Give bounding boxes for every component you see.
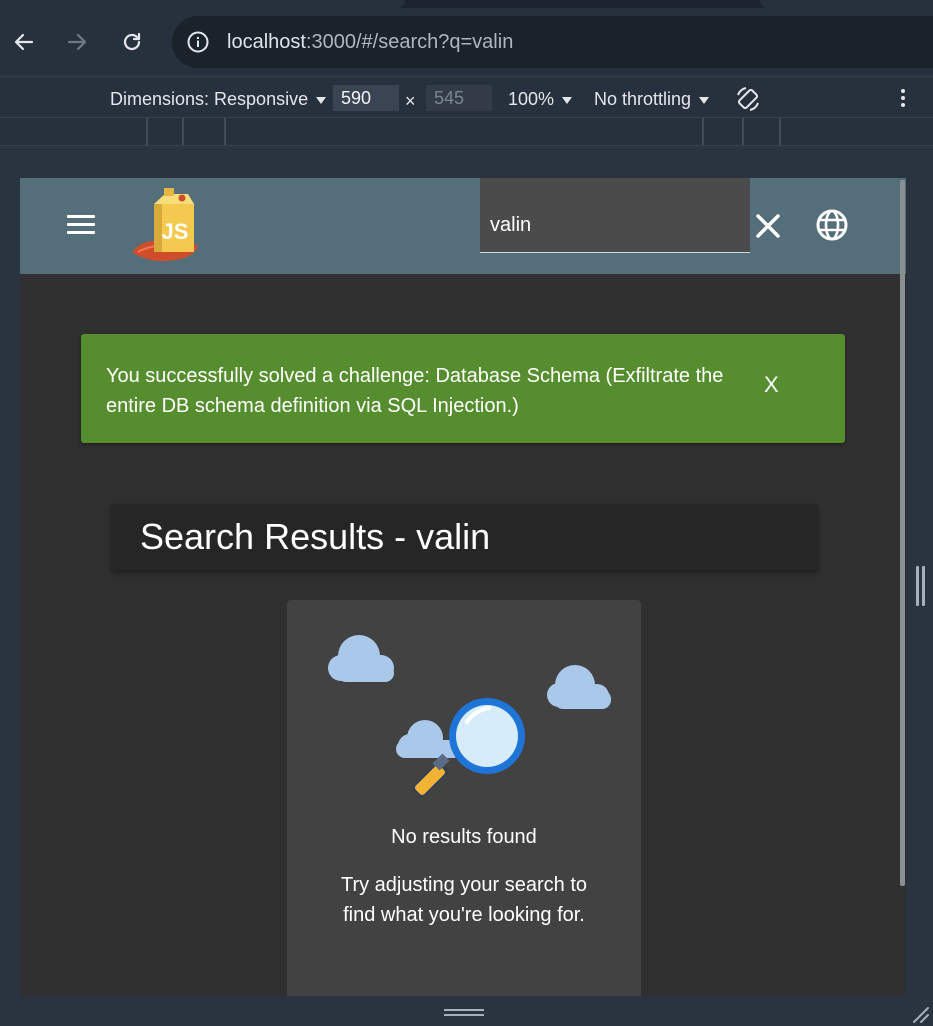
search-field[interactable] bbox=[480, 178, 750, 253]
no-results-title: No results found bbox=[391, 826, 537, 848]
browser-toolbar: localhost:3000/#/search?q=valin bbox=[0, 8, 933, 76]
page-scrollbar[interactable] bbox=[900, 180, 905, 886]
page-viewport: JS You successfully solved a challenge: … bbox=[20, 178, 906, 996]
arrow-right-icon bbox=[67, 33, 87, 51]
close-icon[interactable] bbox=[753, 211, 783, 241]
reload-button[interactable] bbox=[118, 28, 146, 56]
ruler-tick[interactable] bbox=[779, 118, 781, 145]
caret-down-icon bbox=[699, 96, 710, 104]
search-input[interactable] bbox=[490, 214, 740, 237]
cloud-icon bbox=[547, 665, 611, 709]
juice-shop-logo[interactable]: JS bbox=[128, 186, 204, 266]
results-header: Search Results - valin bbox=[111, 504, 818, 570]
ruler-tick[interactable] bbox=[146, 118, 148, 145]
notification-close-button[interactable]: X bbox=[764, 372, 784, 398]
magnifier-clouds-illustration bbox=[328, 635, 611, 798]
zoom-label: 100% bbox=[508, 89, 555, 109]
empty-results-card: No results found Try adjusting your sear… bbox=[287, 600, 641, 996]
viewport-resize-handle-bottom[interactable] bbox=[444, 1008, 486, 1018]
resize-corner-icon[interactable] bbox=[910, 1004, 930, 1024]
ruler-tick[interactable] bbox=[182, 118, 184, 145]
caret-down-icon bbox=[316, 96, 327, 104]
device-toolbar: Dimensions: Responsive 590 × 545 100% No… bbox=[0, 76, 933, 118]
forward-button[interactable] bbox=[63, 28, 91, 56]
ruler-tick[interactable] bbox=[742, 118, 744, 145]
arrow-left-icon bbox=[14, 33, 34, 51]
url-host: localhost bbox=[227, 31, 306, 53]
viewport-resize-handle-right[interactable] bbox=[914, 566, 926, 608]
menu-button[interactable] bbox=[64, 210, 98, 240]
back-button[interactable] bbox=[10, 28, 38, 56]
address-bar[interactable]: localhost:3000/#/search?q=valin bbox=[172, 16, 933, 68]
ruler-tick[interactable] bbox=[224, 118, 226, 145]
globe-icon[interactable] bbox=[814, 207, 850, 243]
height-input[interactable]: 545 bbox=[426, 85, 492, 111]
ruler-tick[interactable] bbox=[702, 118, 704, 145]
times-sign: × bbox=[405, 91, 416, 111]
no-results-subtitle: Try adjusting your search to find what y… bbox=[340, 874, 588, 926]
url-path: :3000/#/search?q=valin bbox=[305, 31, 514, 53]
throttling-label: No throttling bbox=[594, 89, 692, 109]
url-text[interactable]: localhost:3000/#/search?q=valin bbox=[227, 31, 513, 54]
rotate-icon[interactable] bbox=[734, 85, 762, 113]
zoom-dropdown[interactable]: 100% bbox=[508, 89, 573, 110]
browser-tab[interactable] bbox=[0, 0, 405, 8]
more-options-icon[interactable] bbox=[900, 89, 906, 109]
width-input[interactable]: 590 bbox=[333, 85, 399, 111]
svg-text:JS: JS bbox=[162, 219, 189, 244]
app-toolbar: JS bbox=[20, 178, 906, 274]
challenge-solved-notification: You successfully solved a challenge: Dat… bbox=[81, 334, 845, 443]
caret-down-icon bbox=[562, 96, 573, 104]
throttling-dropdown[interactable]: No throttling bbox=[594, 89, 710, 110]
info-icon[interactable] bbox=[186, 30, 210, 54]
cloud-icon bbox=[328, 635, 394, 682]
dimensions-label: Dimensions: Responsive bbox=[110, 89, 309, 109]
results-title: Search Results - valin bbox=[140, 516, 491, 557]
notification-message: You successfully solved a challenge: Dat… bbox=[106, 365, 724, 417]
media-query-ruler bbox=[0, 118, 933, 146]
menu-icon bbox=[67, 215, 95, 218]
tab-strip bbox=[0, 0, 933, 8]
dimensions-dropdown[interactable]: Dimensions: Responsive bbox=[110, 89, 327, 110]
reload-icon bbox=[123, 32, 141, 51]
browser-tab[interactable] bbox=[760, 0, 933, 8]
